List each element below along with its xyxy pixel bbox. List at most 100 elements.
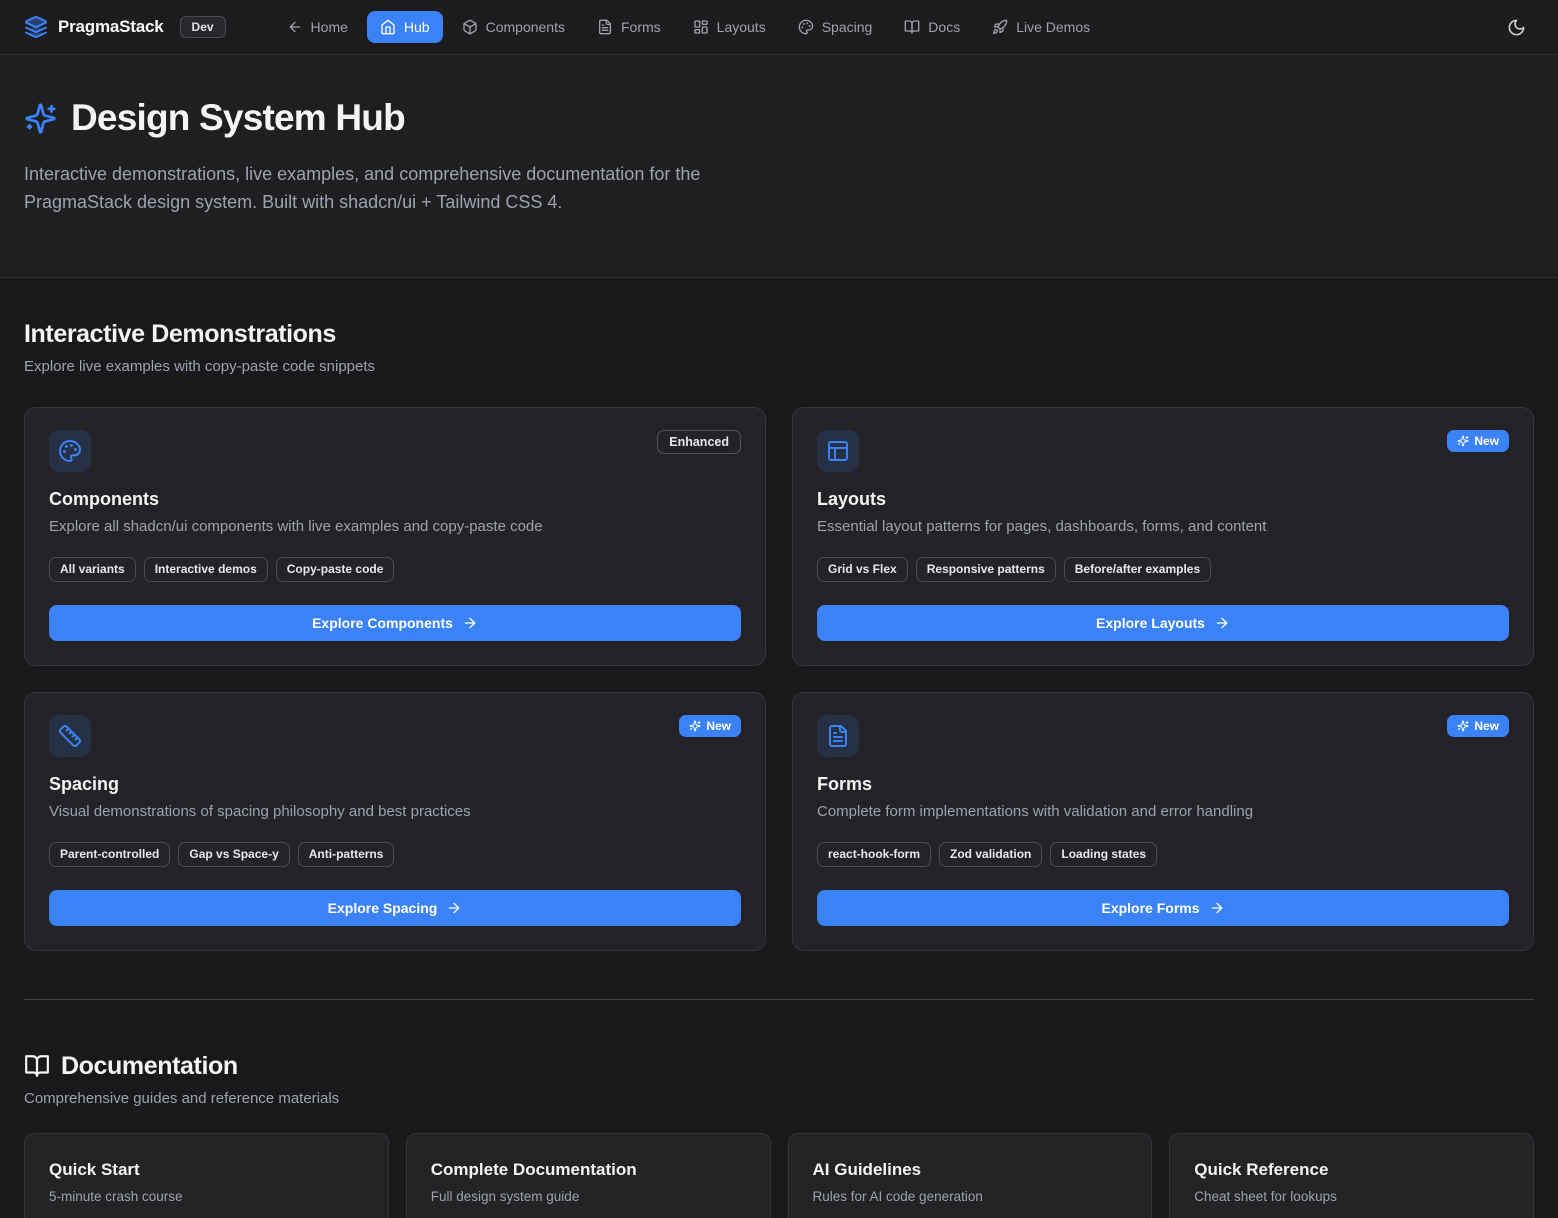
tag: Grid vs Flex [817,557,908,582]
panels-top-icon [817,430,859,472]
top-navbar: PragmaStack Dev Home Hub Components Form… [0,0,1558,55]
home-icon [380,19,396,35]
documentation-section: Documentation Comprehensive guides and r… [24,1052,1534,1218]
demo-card-components: Enhanced Components Explore all shadcn/u… [24,407,766,666]
tag-row: All variants Interactive demos Copy-past… [49,557,741,582]
tag: Before/after examples [1064,557,1211,582]
tag: All variants [49,557,136,582]
moon-icon [1507,18,1526,37]
nav-label: Spacing [822,19,873,35]
button-label: Explore Components [312,615,453,631]
tag-row: Grid vs Flex Responsive patterns Before/… [817,557,1509,582]
button-label: Explore Forms [1101,900,1199,916]
enhanced-badge: Enhanced [657,430,741,454]
nav-label: Forms [621,19,661,35]
page-subtitle: Interactive demonstrations, live example… [24,161,769,217]
file-text-icon [597,19,613,35]
explore-layouts-button[interactable]: Explore Layouts [817,605,1509,641]
nav-item-layouts[interactable]: Layouts [680,11,779,43]
badge-label: New [706,719,731,733]
doc-card-title: Quick Reference [1194,1160,1509,1180]
demo-card-grid: Enhanced Components Explore all shadcn/u… [24,407,1534,951]
palette-icon [798,19,814,35]
new-badge: New [1447,430,1509,452]
button-label: Explore Layouts [1096,615,1205,631]
page-title: Design System Hub [71,97,405,139]
tag: Zod validation [939,842,1042,867]
main-content: Interactive Demonstrations Explore live … [0,278,1558,1218]
badge-label: New [1474,434,1499,448]
nav-label: Live Demos [1016,19,1090,35]
new-badge: New [679,715,741,737]
card-title: Forms [817,774,1509,795]
sparkles-icon [1457,720,1469,732]
card-title: Layouts [817,489,1509,510]
docs-subheading: Comprehensive guides and reference mater… [24,1090,1534,1107]
button-label: Explore Spacing [328,900,438,916]
tag-row: react-hook-form Zod validation Loading s… [817,842,1509,867]
nav-item-forms[interactable]: Forms [584,11,674,43]
doc-card-ai-guidelines[interactable]: AI Guidelines Rules for AI code generati… [788,1133,1153,1218]
sparkles-icon [24,102,57,135]
doc-card-quick-start[interactable]: Quick Start 5-minute crash course [24,1133,389,1218]
badge-label: New [1474,719,1499,733]
doc-card-complete-documentation[interactable]: Complete Documentation Full design syste… [406,1133,771,1218]
nav-item-docs[interactable]: Docs [891,11,973,43]
hero-section: Design System Hub Interactive demonstrat… [0,55,1558,278]
ruler-icon [49,715,91,757]
book-open-icon [24,1053,50,1079]
tag: Gap vs Space-y [178,842,289,867]
card-description: Complete form implementations with valid… [817,803,1509,820]
brand-name: PragmaStack [58,17,164,37]
demos-heading: Interactive Demonstrations [24,320,1534,349]
arrow-right-icon [446,900,462,916]
tag: Anti-patterns [298,842,395,867]
env-badge: Dev [180,16,226,38]
theme-toggle-button[interactable] [1499,10,1534,45]
explore-components-button[interactable]: Explore Components [49,605,741,641]
tag: Interactive demos [144,557,268,582]
nav-label: Layouts [717,19,766,35]
tag: Copy-paste code [276,557,395,582]
nav-item-components[interactable]: Components [449,11,578,43]
nav-item-live-demos[interactable]: Live Demos [979,11,1103,43]
tag-row: Parent-controlled Gap vs Space-y Anti-pa… [49,842,741,867]
package-icon [462,19,478,35]
main-nav: Home Hub Components Forms Layouts Spacin… [274,11,1104,43]
new-badge: New [1447,715,1509,737]
palette-icon [49,430,91,472]
explore-spacing-button[interactable]: Explore Spacing [49,890,741,926]
nav-item-spacing[interactable]: Spacing [785,11,886,43]
card-title: Spacing [49,774,741,795]
book-open-icon [904,19,920,35]
arrow-right-icon [1214,615,1230,631]
demo-card-spacing: New Spacing Visual demonstrations of spa… [24,692,766,951]
nav-label: Hub [404,19,430,35]
sparkles-icon [689,720,701,732]
card-description: Explore all shadcn/ui components with li… [49,518,741,535]
card-title: Components [49,489,741,510]
demos-subheading: Explore live examples with copy-paste co… [24,358,1534,375]
nav-label: Home [311,19,348,35]
doc-card-subtitle: Cheat sheet for lookups [1194,1189,1509,1204]
rocket-icon [992,19,1008,35]
doc-card-subtitle: 5-minute crash course [49,1189,364,1204]
tag: react-hook-form [817,842,931,867]
arrow-right-icon [462,615,478,631]
explore-forms-button[interactable]: Explore Forms [817,890,1509,926]
tag: Parent-controlled [49,842,170,867]
layout-dashboard-icon [693,19,709,35]
demo-card-forms: New Forms Complete form implementations … [792,692,1534,951]
file-text-icon [817,715,859,757]
doc-card-quick-reference[interactable]: Quick Reference Cheat sheet for lookups [1169,1133,1534,1218]
card-description: Essential layout patterns for pages, das… [817,518,1509,535]
nav-item-hub[interactable]: Hub [367,11,443,43]
brand[interactable]: PragmaStack Dev [24,15,226,39]
tag: Loading states [1050,842,1157,867]
layers-icon [24,15,48,39]
nav-item-home[interactable]: Home [274,11,361,43]
docs-heading: Documentation [61,1052,238,1081]
tag: Responsive patterns [916,557,1056,582]
nav-label: Docs [928,19,960,35]
sparkles-icon [1457,435,1469,447]
